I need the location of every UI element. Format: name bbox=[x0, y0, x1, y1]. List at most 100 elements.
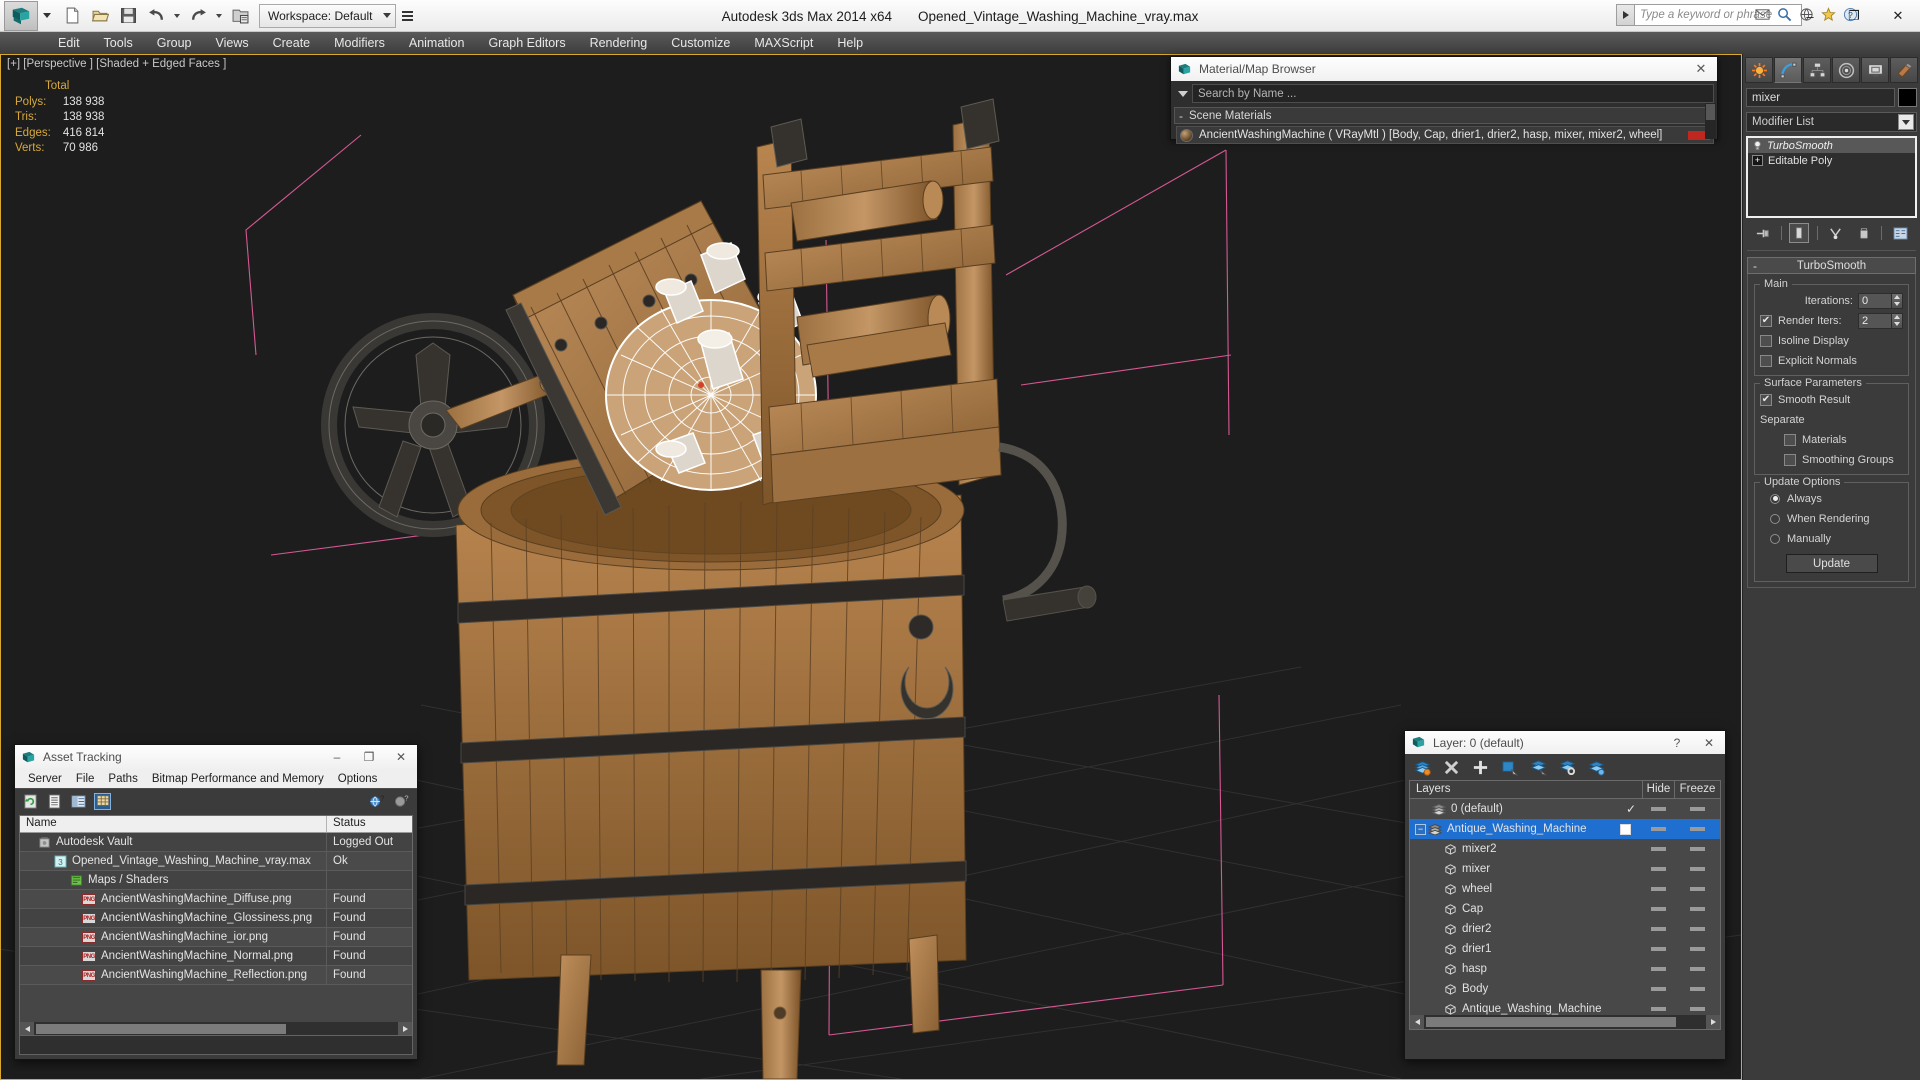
material-browser-close-button[interactable]: ✕ bbox=[1689, 61, 1713, 77]
iterations-spinner-arrows[interactable] bbox=[1892, 292, 1903, 309]
menu-help[interactable]: Help bbox=[825, 34, 875, 52]
render-iters-value[interactable]: 2 bbox=[1858, 312, 1892, 329]
list-item[interactable]: mixer2 bbox=[1410, 839, 1720, 859]
minimize-button[interactable]: – bbox=[1788, 0, 1832, 32]
layer-active-check[interactable]: ✓ bbox=[1620, 802, 1642, 816]
list-item[interactable]: Cap bbox=[1410, 899, 1720, 919]
modifier-stack[interactable]: TurboSmooth + Editable Poly bbox=[1746, 136, 1917, 218]
hide-toggle[interactable] bbox=[1642, 887, 1674, 891]
layer-close-button[interactable]: ✕ bbox=[1693, 731, 1725, 754]
list-item[interactable]: wheel bbox=[1410, 879, 1720, 899]
render-iters-spinner-arrows[interactable] bbox=[1892, 312, 1903, 329]
layer-active-check[interactable] bbox=[1620, 823, 1642, 835]
material-search-input[interactable]: Search by Name ... bbox=[1192, 84, 1714, 103]
menu-create[interactable]: Create bbox=[261, 34, 323, 52]
active-layer-box-icon[interactable] bbox=[1620, 823, 1631, 835]
freeze-toggle[interactable] bbox=[1674, 987, 1720, 991]
freeze-toggle[interactable] bbox=[1674, 807, 1720, 811]
refresh-button[interactable] bbox=[22, 793, 39, 810]
show-end-result-button[interactable] bbox=[1789, 223, 1810, 243]
asset-horizontal-scrollbar[interactable] bbox=[20, 1022, 412, 1036]
layer-help-button[interactable]: ? bbox=[1661, 731, 1693, 754]
hide-toggle[interactable] bbox=[1642, 867, 1674, 871]
list-item[interactable]: hasp bbox=[1410, 959, 1720, 979]
close-button[interactable]: ✕ bbox=[1876, 0, 1920, 32]
select-layer-icon[interactable] bbox=[1529, 758, 1547, 776]
update-button[interactable]: Update bbox=[1785, 554, 1878, 573]
table-row[interactable]: PNG AncientWashingMachine_Diffuse.png Fo… bbox=[20, 890, 412, 909]
workspace-selector[interactable]: Workspace: Default bbox=[259, 3, 396, 28]
select-objects-in-layer-icon[interactable] bbox=[1500, 758, 1518, 776]
freeze-toggle[interactable] bbox=[1674, 1007, 1720, 1011]
workspace-menu-button[interactable] bbox=[399, 4, 417, 28]
menu-maxscript[interactable]: MAXScript bbox=[742, 34, 825, 52]
group-collapse-icon[interactable]: - bbox=[1179, 109, 1183, 123]
separate-materials-checkbox[interactable] bbox=[1784, 433, 1796, 446]
isoline-display-checkbox[interactable] bbox=[1760, 334, 1772, 347]
freeze-toggle[interactable] bbox=[1674, 967, 1720, 971]
modifier-list-dropdown[interactable]: Modifier List bbox=[1746, 112, 1917, 132]
make-unique-button[interactable] bbox=[1826, 223, 1846, 243]
save-file-button[interactable] bbox=[115, 4, 141, 28]
freeze-toggle[interactable] bbox=[1674, 847, 1720, 851]
open-file-button[interactable] bbox=[87, 4, 113, 28]
menu-rendering[interactable]: Rendering bbox=[578, 34, 660, 52]
column-header-freeze[interactable]: Freeze bbox=[1674, 781, 1720, 798]
freeze-toggle[interactable] bbox=[1674, 947, 1720, 951]
lightbulb-icon[interactable] bbox=[1751, 140, 1763, 152]
list-view-button[interactable] bbox=[46, 793, 63, 810]
separate-smoothing-groups-checkbox[interactable] bbox=[1784, 453, 1796, 466]
list-item[interactable]: 0 (default) ✓ bbox=[1410, 799, 1720, 819]
material-map-browser-dialog[interactable]: Material/Map Browser ✕ Search by Name ..… bbox=[1170, 56, 1718, 144]
table-row[interactable]: 3 Opened_Vintage_Washing_Machine_vray.ma… bbox=[20, 852, 412, 871]
column-header-name[interactable]: Name bbox=[20, 816, 327, 832]
tab-create[interactable] bbox=[1745, 57, 1773, 83]
scroll-thumb[interactable] bbox=[36, 1024, 286, 1034]
configure-modifier-sets-button[interactable] bbox=[1890, 223, 1910, 243]
scroll-right-arrow-icon[interactable] bbox=[398, 1022, 412, 1036]
pin-stack-button[interactable] bbox=[1753, 223, 1773, 243]
freeze-toggle[interactable] bbox=[1674, 887, 1720, 891]
grid-view-button[interactable] bbox=[94, 792, 111, 810]
list-item[interactable]: Body bbox=[1410, 979, 1720, 999]
maximize-button[interactable]: ❐ bbox=[1832, 0, 1876, 32]
tab-modify[interactable] bbox=[1774, 57, 1802, 83]
help-question-icon[interactable]: ? bbox=[393, 793, 410, 810]
menu-graph-editors[interactable]: Graph Editors bbox=[476, 34, 577, 52]
scroll-left-arrow-icon[interactable] bbox=[20, 1022, 34, 1036]
layer-manager-dialog[interactable]: Layer: 0 (default) ? ✕ Layers Hide Freez… bbox=[1404, 730, 1726, 1060]
menu-animation[interactable]: Animation bbox=[397, 34, 477, 52]
layer-horizontal-scrollbar[interactable] bbox=[1410, 1015, 1720, 1029]
iterations-spinner[interactable]: 0 bbox=[1858, 292, 1903, 309]
asset-menu-bitmap-performance[interactable]: Bitmap Performance and Memory bbox=[145, 772, 331, 786]
asset-menu-paths[interactable]: Paths bbox=[101, 772, 144, 786]
create-new-layer-icon[interactable] bbox=[1413, 758, 1431, 776]
collapse-minus-icon[interactable]: − bbox=[1415, 823, 1426, 835]
scroll-thumb[interactable] bbox=[1426, 1017, 1676, 1027]
asset-maximize-button[interactable]: ❐ bbox=[353, 745, 385, 769]
table-row[interactable]: PNG AncientWashingMachine_Normal.png Fou… bbox=[20, 947, 412, 966]
modifier-list-caret-icon[interactable] bbox=[1898, 114, 1914, 130]
set-project-folder-button[interactable] bbox=[227, 4, 253, 28]
search-expand-arrow-icon[interactable] bbox=[1616, 4, 1634, 26]
new-file-button[interactable] bbox=[59, 4, 85, 28]
table-row[interactable]: PNG AncientWashingMachine_ior.png Found bbox=[20, 928, 412, 947]
object-name-input[interactable]: mixer bbox=[1746, 88, 1895, 107]
menu-customize[interactable]: Customize bbox=[659, 34, 742, 52]
hide-toggle[interactable] bbox=[1642, 907, 1674, 911]
hide-toggle[interactable] bbox=[1642, 1007, 1674, 1011]
column-header-layers[interactable]: Layers bbox=[1410, 781, 1620, 798]
workspace-dropdown-caret-icon[interactable] bbox=[382, 13, 391, 18]
object-color-swatch[interactable] bbox=[1898, 88, 1917, 107]
menu-views[interactable]: Views bbox=[203, 34, 260, 52]
rollout-header[interactable]: - TurboSmooth bbox=[1747, 257, 1916, 274]
menu-group[interactable]: Group bbox=[145, 34, 204, 52]
expand-plus-icon[interactable]: + bbox=[1752, 155, 1763, 166]
iterations-value[interactable]: 0 bbox=[1858, 292, 1892, 309]
menu-tools[interactable]: Tools bbox=[92, 34, 145, 52]
delete-layer-icon[interactable] bbox=[1442, 758, 1460, 776]
column-header-status[interactable]: Status bbox=[327, 816, 412, 832]
freeze-toggle[interactable] bbox=[1674, 907, 1720, 911]
hide-toggle[interactable] bbox=[1642, 947, 1674, 951]
material-browser-scrollbar[interactable] bbox=[1705, 103, 1716, 139]
